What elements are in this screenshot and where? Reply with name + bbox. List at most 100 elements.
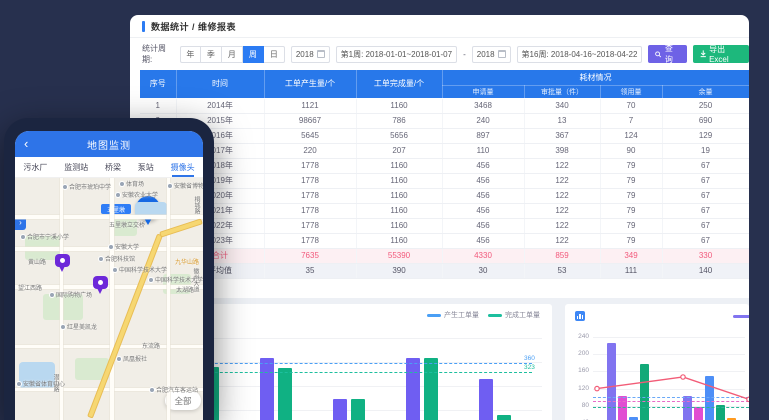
tab-摄像头[interactable]: 摄像头 (171, 157, 195, 177)
y-axis-tick: 160 (567, 367, 589, 374)
table-row: 82021年177811604561227967 (140, 203, 749, 218)
tab-泵站[interactable]: 泵站 (138, 157, 154, 177)
table-cell: 90 (600, 143, 662, 158)
legend-item-clipped[interactable] (733, 315, 749, 318)
table-cell: 5656 (356, 128, 442, 143)
table-cell: 122 (524, 173, 600, 188)
col-header-index: 序号 (140, 70, 176, 98)
legend-swatch (488, 314, 502, 317)
week-end-input[interactable]: 第16周: 2018-04-16~2018-04-22 (517, 46, 643, 63)
legend-item-完成工单量[interactable]: 完成工单量 (488, 310, 540, 320)
tab-污水厂[interactable]: 污水厂 (23, 157, 47, 177)
table-total-row: 合计7635553904330859349330 (140, 248, 749, 263)
map-label: 合肥汽车客运站 (149, 385, 198, 394)
table-cell: 690 (662, 113, 749, 128)
bar-产生工单量 (260, 358, 274, 420)
street (15, 345, 203, 348)
table-cell: 456 (442, 188, 524, 203)
legend-item-产生工单量[interactable]: 产生工单量 (427, 310, 479, 320)
report-table: 序号 时间 工单产生量/个 工单完成量/个 耗材情况 申请量 审批量（件） 领用… (140, 70, 749, 279)
table-cell: 1160 (356, 158, 442, 173)
sub-col-1: 审批量（件） (524, 85, 600, 98)
range-separator: - (463, 50, 466, 59)
table-cell: 456 (442, 233, 524, 248)
export-excel-button[interactable]: 导出Excel (693, 45, 749, 63)
main-road (159, 218, 203, 237)
table-cell: 111 (600, 263, 662, 278)
map-label: 桐城路 (192, 196, 201, 214)
period-option-日[interactable]: 日 (264, 46, 285, 63)
chart-icon (575, 311, 585, 321)
phone-page-title: 地图监测 (87, 137, 131, 152)
table-cell: 2014年 (176, 98, 264, 113)
bar-完成工单量 (424, 358, 438, 420)
year-start-select[interactable]: 2018 (291, 46, 330, 63)
year-end-value: 2018 (477, 50, 495, 59)
map-label: 国际购物广场 (49, 290, 92, 299)
year-end-select[interactable]: 2018 (472, 46, 511, 63)
table-row: 52018年177811604561227967 (140, 158, 749, 173)
chart-card-header (575, 311, 589, 321)
table-cell: 1160 (356, 203, 442, 218)
map-label: 安徽省博物馆 (167, 181, 203, 190)
table-cell: 53 (524, 263, 600, 278)
y-axis-tick: 240 (567, 333, 589, 340)
table-cell: 1778 (264, 188, 356, 203)
table-cell: 98667 (264, 113, 356, 128)
week-start-input[interactable]: 第1周: 2018-01-01~2018-01-07 (336, 46, 457, 63)
bar-完成工单量 (278, 368, 292, 420)
table-cell: 79 (600, 218, 662, 233)
table-cell: 1160 (356, 98, 442, 113)
search-button[interactable]: 查询 (648, 45, 686, 63)
table-average-row: 平均值353903053111140 (140, 263, 749, 278)
table-cell: 367 (524, 128, 600, 143)
table-cell: 79 (600, 188, 662, 203)
map-label: 安徽农业大学 (115, 190, 158, 199)
period-label: 统计周期: (142, 43, 174, 65)
col-header-completed: 工单完成量/个 (356, 70, 442, 98)
accent-bar (142, 21, 145, 32)
consumables-chart-card: 2402001601208040 (565, 304, 749, 420)
camera-pin-tail (97, 288, 103, 294)
street (15, 215, 203, 219)
table-cell: 122 (524, 218, 600, 233)
table-cell: 67 (662, 158, 749, 173)
bar-完成工单量 (497, 415, 511, 420)
map-label: 安徽大学 (108, 242, 139, 251)
dashboard-panel: 数据统计 / 维修报表 统计周期: 年季月周日 2018 第1周: 2018-0… (130, 15, 749, 420)
filter-toolbar: 统计周期: 年季月周日 2018 第1周: 2018-01-01~2018-01… (130, 39, 749, 69)
table-cell: 1160 (356, 173, 442, 188)
table-row: 32016年56455656897367124129 (140, 128, 749, 143)
table-cell: 1778 (264, 158, 356, 173)
map-label: 黄山路 (28, 257, 46, 266)
table-cell: 1160 (356, 218, 442, 233)
bar-产生工单量 (333, 399, 347, 420)
y-axis-tick: 200 (567, 350, 589, 357)
period-option-年[interactable]: 年 (180, 46, 201, 63)
export-button-label: 导出Excel (709, 44, 742, 64)
table-cell: 1778 (264, 218, 356, 233)
table-cell: 250 (662, 98, 749, 113)
table-cell: 207 (356, 143, 442, 158)
period-option-月[interactable]: 月 (222, 46, 243, 63)
table-cell: 122 (524, 233, 600, 248)
tab-监测站[interactable]: 监测站 (64, 157, 88, 177)
tab-桥梁[interactable]: 桥梁 (105, 157, 121, 177)
street (15, 285, 203, 289)
table-cell: 122 (524, 203, 600, 218)
table-cell: 79 (600, 233, 662, 248)
chart-legend: 产生工单量完成工单量 (427, 310, 540, 320)
map-canvas[interactable]: › 五里墩 全部 合肥市琥珀中学体育场安徽农业大学安徽省博物馆桐城路五里墩立交桥… (15, 178, 203, 420)
map-label: 合肥市琥珀中学 (62, 182, 111, 191)
period-option-周[interactable]: 周 (243, 46, 264, 63)
table-cell: 55390 (356, 248, 442, 263)
table-cell: 1121 (264, 98, 356, 113)
table-row: 22015年98667786240137690 (140, 113, 749, 128)
table-cell: 30 (442, 263, 524, 278)
table-cell: 67 (662, 233, 749, 248)
reference-line-label: 360 (524, 355, 535, 362)
back-button[interactable]: ‹ (24, 135, 28, 152)
search-icon (655, 51, 661, 58)
sub-col-2: 领用量 (600, 85, 662, 98)
period-option-季[interactable]: 季 (201, 46, 222, 63)
